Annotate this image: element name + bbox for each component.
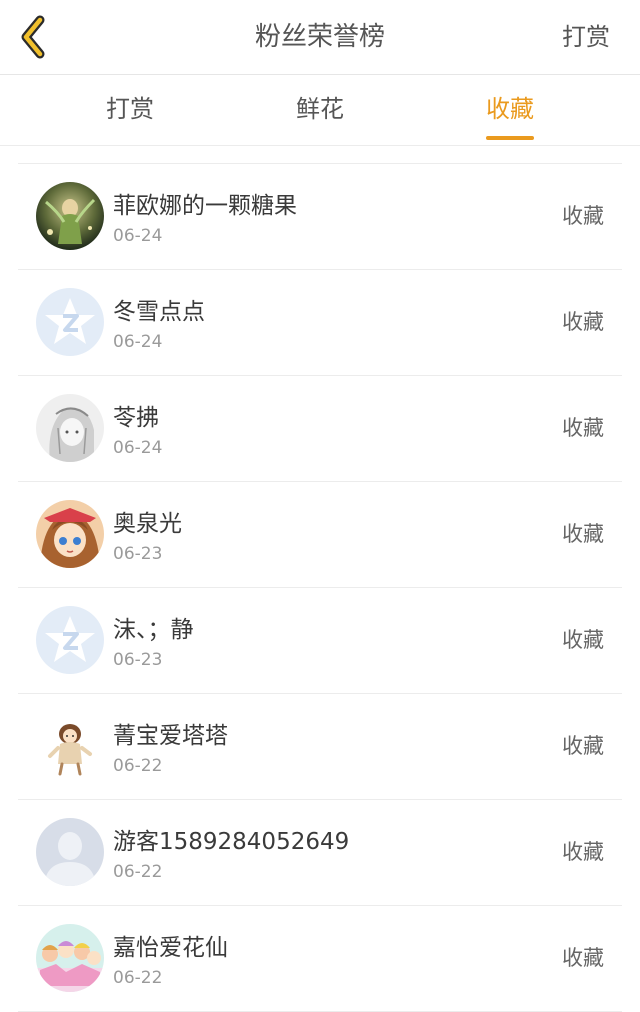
list-item[interactable]: 菲欧娜的一颗糖果 06-24 收藏 [18,164,622,270]
list-item[interactable]: 菁宝爱塔塔 06-22 收藏 [18,694,622,800]
anime-girl-icon [36,500,104,568]
fan-date: 06-22 [113,968,163,988]
fan-date: 06-23 [113,650,163,670]
fan-date: 06-22 [113,756,163,776]
fan-date: 06-24 [113,438,163,458]
fan-date: 06-24 [113,226,163,246]
tab-label: 鲜花 [296,95,344,123]
fairy-avatar-icon [36,182,104,250]
fan-date: 06-24 [113,332,163,352]
favorite-action[interactable]: 收藏 [562,694,604,799]
reward-button[interactable]: 打赏 [562,0,610,74]
favorite-action[interactable]: 收藏 [562,906,604,1011]
chibi-girl-icon [36,712,104,780]
list-item[interactable]: 奥泉光 06-23 收藏 [18,482,622,588]
avatar [36,712,104,780]
sketch-girl-icon [36,394,104,462]
favorite-action[interactable]: 收藏 [562,164,604,269]
fan-list: 菲欧娜的一颗糖果 06-24 收藏 冬雪点点 06-24 收藏 苓拂 06-24… [18,164,622,1012]
avatar [36,500,104,568]
avatar [36,606,104,674]
avatar [36,394,104,462]
favorite-action[interactable]: 收藏 [562,376,604,481]
tab-reward[interactable]: 打赏 [60,75,200,145]
fan-name: 冬雪点点 [113,299,205,325]
fan-name: 菁宝爱塔塔 [113,723,228,749]
avatar [36,924,104,992]
avatar [36,818,104,886]
list-item[interactable]: 苓拂 06-24 收藏 [18,376,622,482]
fan-date: 06-23 [113,544,163,564]
qq-star-icon [36,606,104,674]
guest-silhouette-icon [36,818,104,886]
list-item[interactable]: 沫、；静 06-23 收藏 [18,588,622,694]
favorite-action[interactable]: 收藏 [562,800,604,905]
list-item[interactable]: 游客1589284052649 06-22 收藏 [18,800,622,906]
back-button[interactable] [10,10,56,64]
fan-name: 嘉怡爱花仙 [113,935,228,961]
favorite-action[interactable]: 收藏 [562,588,604,693]
favorite-action[interactable]: 收藏 [562,270,604,375]
tab-flowers[interactable]: 鲜花 [250,75,390,145]
page-title: 粉丝荣誉榜 [254,22,385,52]
tab-label: 收藏 [486,95,534,123]
avatar [36,288,104,356]
list-item[interactable]: 嘉怡爱花仙 06-22 收藏 [18,906,622,1012]
fan-name: 苓拂 [113,405,159,431]
tab-bar: 打赏 鲜花 收藏 [0,75,640,146]
fan-name: 奥泉光 [113,511,182,537]
avatar [36,182,104,250]
fan-name: 沫、；静 [113,617,194,643]
favorite-action[interactable]: 收藏 [562,482,604,587]
list-item[interactable]: 冬雪点点 06-24 收藏 [18,270,622,376]
top-nav-bar: 粉丝荣誉榜 打赏 [0,0,640,75]
tab-favorites[interactable]: 收藏 [440,75,580,145]
fan-name: 游客1589284052649 [113,829,350,855]
tab-label: 打赏 [106,95,154,123]
fan-name: 菲欧娜的一颗糖果 [113,193,297,219]
chevron-left-icon [21,15,45,59]
active-tab-indicator [486,136,534,140]
group-anime-icon [36,924,104,992]
fan-date: 06-22 [113,862,163,882]
qq-star-icon [36,288,104,356]
